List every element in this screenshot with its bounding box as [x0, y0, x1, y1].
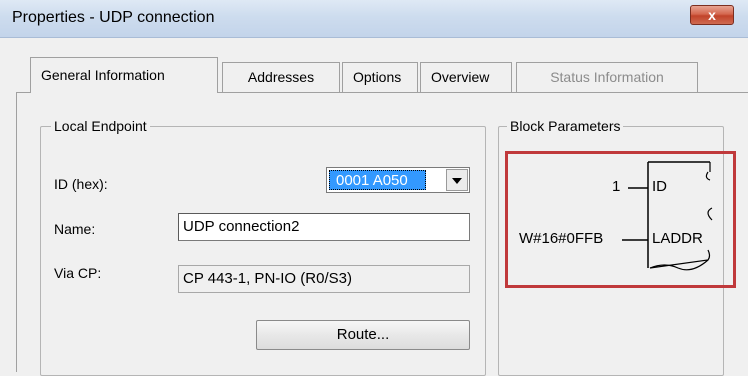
- id-pin-label: ID: [652, 178, 667, 195]
- local-endpoint-title: Local Endpoint: [51, 117, 150, 135]
- name-input[interactable]: UDP connection2: [178, 213, 470, 241]
- tab-overview[interactable]: Overview: [420, 62, 512, 92]
- laddr-pin-label: LADDR: [652, 230, 703, 247]
- id-input-value: 1: [612, 178, 621, 195]
- tab-label: Status Information: [550, 69, 664, 85]
- block-parameters-title: Block Parameters: [507, 117, 624, 135]
- tab-addresses[interactable]: Addresses: [222, 62, 340, 92]
- via-cp-label: Via CP:: [54, 265, 102, 281]
- id-hex-selected-value: 0001 A050: [329, 170, 426, 190]
- name-label: Name:: [54, 221, 96, 237]
- id-hex-select[interactable]: 0001 A050: [326, 167, 470, 193]
- tab-label: Options: [353, 69, 402, 85]
- tab-label: Addresses: [247, 69, 315, 85]
- close-button[interactable]: x: [690, 5, 734, 25]
- title-bar: Properties - UDP connection x: [0, 0, 748, 38]
- close-icon: x: [708, 7, 716, 23]
- tab-label: Overview: [431, 69, 490, 85]
- laddr-input-value: W#16#0FFB: [519, 230, 604, 247]
- via-cp-field: CP 443-1, PN-IO (R0/S3): [178, 265, 470, 293]
- tab-general-information[interactable]: General Information: [30, 57, 218, 93]
- function-block-diagram: [622, 161, 713, 271]
- tab-label: General Information: [41, 67, 165, 83]
- window-title: Properties - UDP connection: [12, 9, 215, 26]
- tab-status-information: Status Information: [516, 62, 698, 92]
- chevron-down-icon[interactable]: [446, 169, 468, 191]
- route-button[interactable]: Route...: [256, 320, 470, 350]
- id-hex-label: ID (hex):: [54, 176, 108, 192]
- tab-options[interactable]: Options: [342, 62, 418, 92]
